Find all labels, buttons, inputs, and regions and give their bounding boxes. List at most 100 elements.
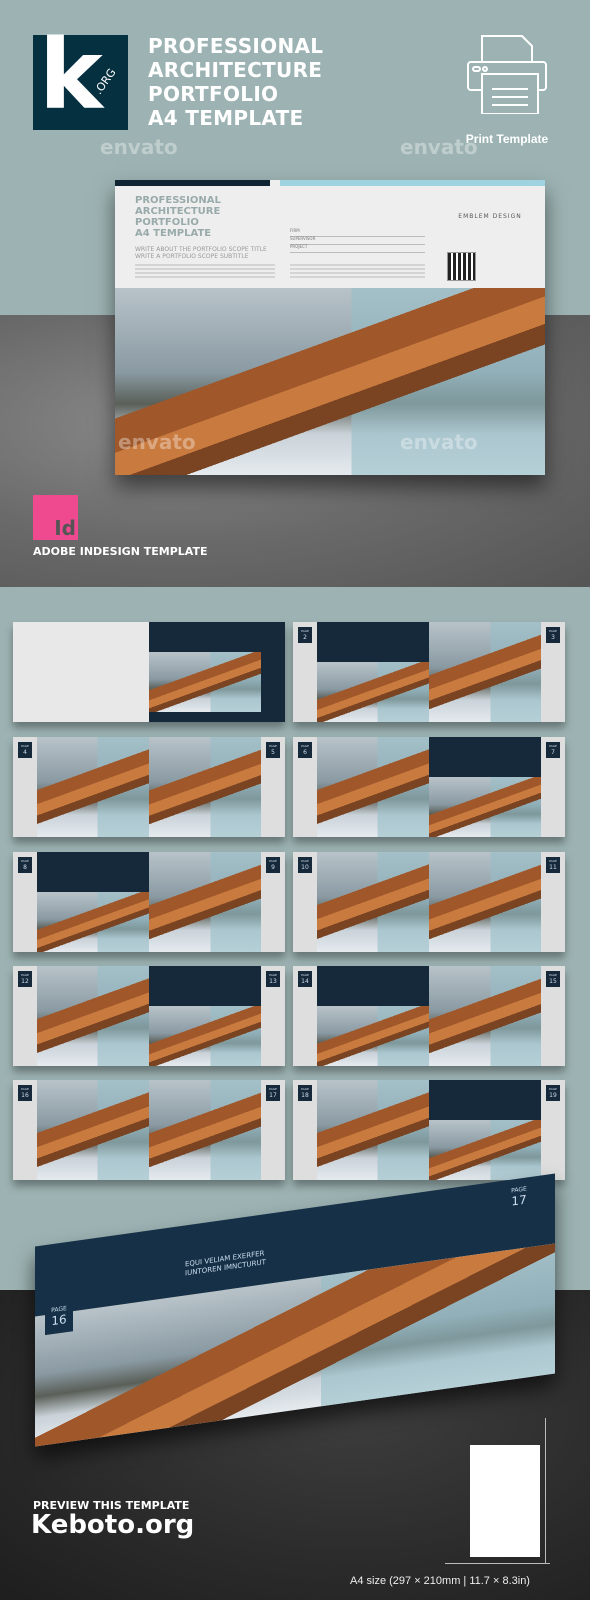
spread-thumbnail[interactable]: PAGE 6 PAGE 7 <box>293 737 565 837</box>
page-label: PAGE <box>549 973 557 977</box>
top-bar-accent <box>280 180 545 186</box>
page-badge: PAGE 4 <box>18 742 32 758</box>
building-photo <box>429 966 541 1066</box>
right-page: PAGE 17 <box>149 1080 285 1180</box>
page-number: 17 <box>269 1092 277 1099</box>
dimension-line <box>545 1418 546 1563</box>
building-photo <box>315 662 429 722</box>
page-label: PAGE <box>21 1087 29 1091</box>
page-badge: PAGE 7 <box>546 742 560 758</box>
spread-thumbnail[interactable]: PAGE 14 PAGE 15 <box>293 966 565 1066</box>
page-label: PAGE <box>301 629 309 633</box>
building-photo <box>315 852 429 952</box>
right-page: PAGE 5 <box>149 737 285 837</box>
page-badge: PAGE 12 <box>18 971 32 987</box>
building-photo <box>35 737 149 837</box>
spread-thumbnail[interactable]: PAGE 8 PAGE 9 <box>13 852 285 952</box>
left-page: PAGE 4 <box>13 737 149 837</box>
qr-code <box>447 252 476 281</box>
page-label: PAGE <box>269 973 277 977</box>
building-photo <box>35 1080 149 1180</box>
page-number: 18 <box>301 1092 309 1099</box>
page-number: 9 <box>271 864 275 871</box>
envato-watermark: envato <box>100 135 178 159</box>
building-photo <box>149 737 261 837</box>
right-page: PAGE 11 <box>429 852 565 952</box>
building-photo <box>315 1080 429 1180</box>
dimension-line <box>445 1563 550 1564</box>
building-photo <box>149 852 261 952</box>
building-photo <box>315 737 429 837</box>
page-badge: PAGE 10 <box>298 857 312 873</box>
right-page <box>149 622 285 722</box>
left-page: PAGE 12 <box>13 966 149 1066</box>
right-page: PAGE 15 <box>429 966 565 1066</box>
page-number: 14 <box>301 978 309 985</box>
page-label: PAGE <box>301 973 309 977</box>
page-label: PAGE <box>21 744 29 748</box>
spread-thumbnail[interactable]: PAGE 12 PAGE 13 <box>13 966 285 1066</box>
page-label: PAGE <box>301 859 309 863</box>
page-number: 10 <box>301 864 309 871</box>
page-label: PAGE <box>549 859 557 863</box>
keboto-logo: k .ORG <box>33 27 128 130</box>
left-page: PAGE 8 <box>13 852 149 952</box>
left-page: PAGE 18 <box>293 1080 429 1180</box>
emblem-design: EMBLEM DESIGN <box>458 213 522 220</box>
building-photo <box>35 966 149 1066</box>
page-badge: PAGE 11 <box>546 857 560 873</box>
left-page: PAGE 16 <box>13 1080 149 1180</box>
printer-icon <box>467 35 547 114</box>
page-badge: PAGE 16 <box>18 1085 32 1101</box>
page-badge: PAGE 8 <box>18 857 32 873</box>
top-bar <box>115 180 270 186</box>
page-label: PAGE <box>21 859 29 863</box>
page-label: PAGE <box>549 1087 557 1091</box>
page-badge: PAGE 17 <box>266 1085 280 1101</box>
site-link[interactable]: Keboto.org <box>31 1510 194 1540</box>
building-photo <box>149 1080 261 1180</box>
page-badge: PAGE 19 <box>546 1085 560 1101</box>
envato-watermark: envato <box>400 135 478 159</box>
page-label: PAGE <box>549 629 557 633</box>
envato-watermark: envato <box>118 430 196 454</box>
indesign-icon: Id <box>33 495 78 540</box>
page-number: 19 <box>549 1092 557 1099</box>
page-badge: PAGE 13 <box>266 971 280 987</box>
a4-size-illustration <box>470 1445 540 1557</box>
right-page: PAGE 13 <box>149 966 285 1066</box>
spread-thumbnail[interactable] <box>13 622 285 722</box>
page-label: PAGE <box>269 859 277 863</box>
spread-thumbnail[interactable]: PAGE 2 PAGE 3 <box>293 622 565 722</box>
left-page: PAGE 10 <box>293 852 429 952</box>
field-project: PROJECT <box>290 244 425 253</box>
page-badge: PAGE 3 <box>546 627 560 643</box>
page-number: 12 <box>21 978 29 985</box>
page-number: 16 <box>21 1092 29 1099</box>
spread-thumbnail[interactable]: PAGE 16 PAGE 17 <box>13 1080 285 1180</box>
body-text <box>135 264 275 280</box>
spread-thumbnail[interactable]: PAGE 4 PAGE 5 <box>13 737 285 837</box>
page-number: 8 <box>23 864 27 871</box>
page-label: PAGE <box>269 1087 277 1091</box>
left-page <box>13 622 149 722</box>
page-number: 11 <box>549 864 557 871</box>
spread-thumbnail[interactable]: PAGE 18 PAGE 19 <box>293 1080 565 1180</box>
page-label: PAGE <box>269 744 277 748</box>
right-page: PAGE 19 <box>429 1080 565 1180</box>
building-photo <box>315 1006 429 1066</box>
left-page: PAGE 14 <box>293 966 429 1066</box>
page-badge: PAGE 18 <box>298 1085 312 1101</box>
page-number: 4 <box>23 749 27 756</box>
page-number: 6 <box>303 749 307 756</box>
product-title: PROFESSIONAL ARCHITECTURE PORTFOLIO A4 TEMP… <box>148 34 324 130</box>
page-badge: PAGE 6 <box>298 742 312 758</box>
page-label: PAGE <box>21 973 29 977</box>
page-number: 13 <box>269 978 277 985</box>
scope-text: WRITE ABOUT THE PORTFOLIO SCOPE TITLE WRI… <box>135 246 267 260</box>
left-page: PAGE 2 <box>293 622 429 722</box>
building-photo <box>429 1120 541 1180</box>
spread-thumbnail[interactable]: PAGE 10 PAGE 11 <box>293 852 565 952</box>
page-badge-left: PAGE 16 <box>45 1301 73 1336</box>
page-number: 3 <box>551 634 555 641</box>
